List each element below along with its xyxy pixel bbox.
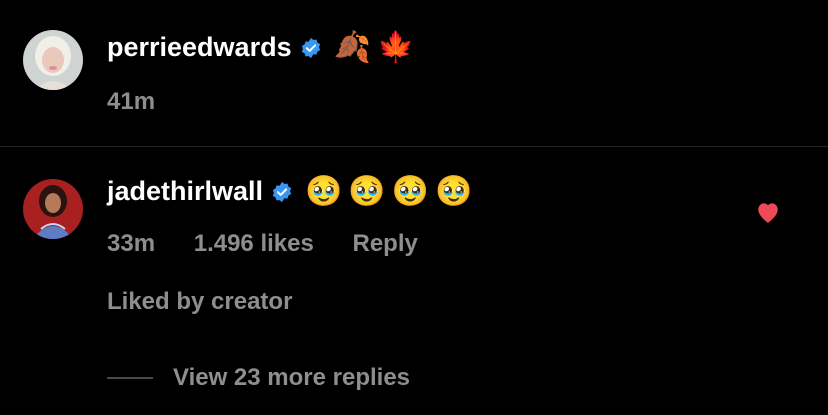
timestamp: 33m bbox=[107, 230, 156, 257]
pleading-face-emoji: 🥹 bbox=[391, 174, 430, 208]
avatar[interactable] bbox=[23, 179, 83, 239]
view-more-replies[interactable]: View 23 more replies bbox=[107, 364, 410, 392]
verified-badge-icon bbox=[271, 181, 293, 203]
fallen-leaf-emoji: 🍂 bbox=[333, 30, 371, 64]
liked-by-creator: Liked by creator bbox=[107, 288, 293, 315]
verified-badge-icon bbox=[300, 37, 322, 59]
divider bbox=[0, 146, 828, 147]
avatar[interactable] bbox=[23, 30, 83, 90]
heart-icon[interactable] bbox=[755, 200, 781, 229]
timestamp: 41m bbox=[107, 88, 156, 115]
pleading-face-emoji: 🥹 bbox=[348, 174, 386, 208]
divider-line bbox=[107, 377, 153, 379]
avatar-image bbox=[23, 30, 83, 90]
avatar-image bbox=[23, 179, 83, 239]
view-more-replies-label[interactable]: View 23 more replies bbox=[173, 364, 410, 392]
reply-button[interactable]: Reply bbox=[353, 230, 418, 257]
maple-leaf-emoji: 🍁 bbox=[376, 30, 415, 64]
likes-count[interactable]: 1.496 likes bbox=[194, 230, 314, 257]
username[interactable]: jadethirlwall bbox=[107, 176, 263, 207]
username[interactable]: perrieedwards bbox=[107, 32, 292, 63]
pleading-face-emoji: 🥹 bbox=[435, 174, 473, 208]
pleading-face-emoji: 🥹 bbox=[305, 174, 343, 208]
